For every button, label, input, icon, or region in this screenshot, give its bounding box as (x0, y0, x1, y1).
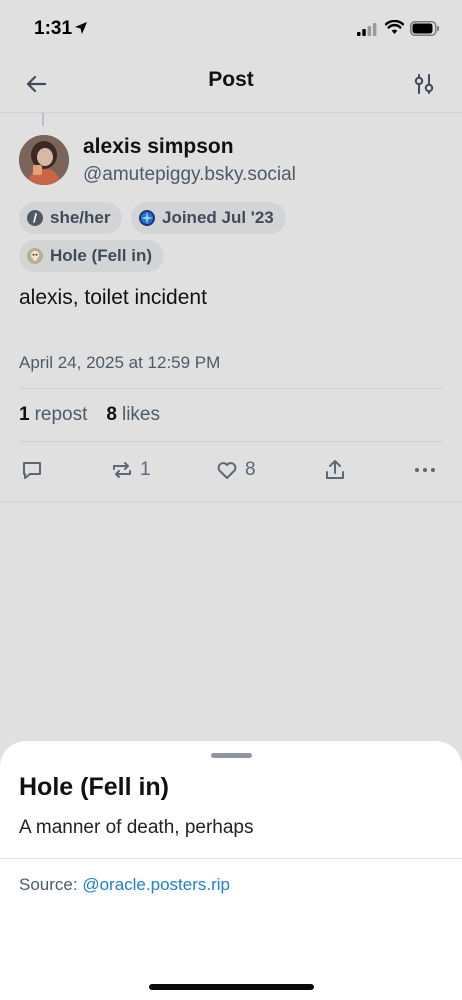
hole-label: Hole (Fell in) (50, 246, 152, 265)
more-options-button[interactable] (412, 458, 438, 482)
joined-label: Joined Jul '23 (162, 208, 274, 227)
post-timestamp: April 24, 2025 at 12:59 PM (19, 353, 221, 372)
repost-stat-label: repost (34, 404, 88, 425)
repost-stat-count: 1 (19, 404, 30, 425)
label-info-sheet: Hole (Fell in) A manner of death, perhap… (0, 741, 462, 1000)
share-upload-icon (326, 460, 344, 479)
hole-badge[interactable]: Hole (Fell in) (19, 240, 164, 272)
like-button[interactable]: 8 (215, 458, 256, 482)
like-count: 8 (245, 459, 256, 480)
skull-badge-icon (27, 248, 43, 264)
post-text: alexis, toilet incident (19, 286, 207, 309)
post-actions: 1 8 (0, 458, 462, 486)
pronouns-badge[interactable]: she/her (19, 202, 123, 234)
source-label: Source: (19, 875, 78, 894)
joined-badge[interactable]: Joined Jul '23 (131, 202, 286, 234)
navigation-bar: Post (0, 58, 462, 113)
repost-arrows-icon (113, 462, 131, 478)
status-bar: 1:31 (0, 0, 462, 58)
sheet-source: Source: @oracle.posters.rip (19, 875, 230, 895)
status-time: 1:31 (34, 18, 73, 39)
avatar[interactable] (19, 135, 69, 185)
wifi-icon (385, 20, 404, 34)
sheet-drag-handle[interactable] (211, 753, 252, 758)
sheet-description: A manner of death, perhaps (19, 817, 254, 838)
divider (19, 388, 443, 389)
ellipsis-icon (415, 468, 435, 472)
likes-stat-count: 8 (106, 404, 117, 425)
location-arrow-icon (75, 22, 87, 34)
engagement-stats: 1 repost 8 likes (19, 404, 160, 426)
home-indicator[interactable] (149, 984, 314, 990)
author-handle[interactable]: @amutepiggy.bsky.social (83, 164, 296, 186)
divider (0, 858, 462, 859)
sliders-icon[interactable] (410, 70, 438, 98)
battery-icon (410, 21, 439, 36)
source-link[interactable]: @oracle.posters.rip (82, 875, 230, 894)
speech-bubble-icon (23, 462, 41, 479)
heart-icon (217, 462, 237, 479)
bluesky-badge-icon (139, 210, 155, 226)
author-display-name[interactable]: alexis simpson (83, 135, 234, 159)
sheet-title: Hole (Fell in) (19, 773, 169, 801)
share-button[interactable] (323, 458, 347, 482)
pronouns-label: she/her (50, 208, 111, 227)
repost-button[interactable]: 1 (110, 458, 151, 482)
repost-count: 1 (140, 459, 151, 480)
repost-stat[interactable]: 1 repost (19, 404, 87, 426)
divider (19, 441, 443, 442)
likes-stat-label: likes (121, 404, 160, 425)
reply-button[interactable] (20, 458, 44, 482)
page-title: Post (208, 68, 254, 91)
divider (0, 501, 462, 502)
likes-stat[interactable]: 8 likes (106, 404, 160, 426)
info-icon (27, 210, 43, 226)
thread-connector-line (42, 113, 44, 126)
cellular-signal-icon (357, 23, 377, 36)
